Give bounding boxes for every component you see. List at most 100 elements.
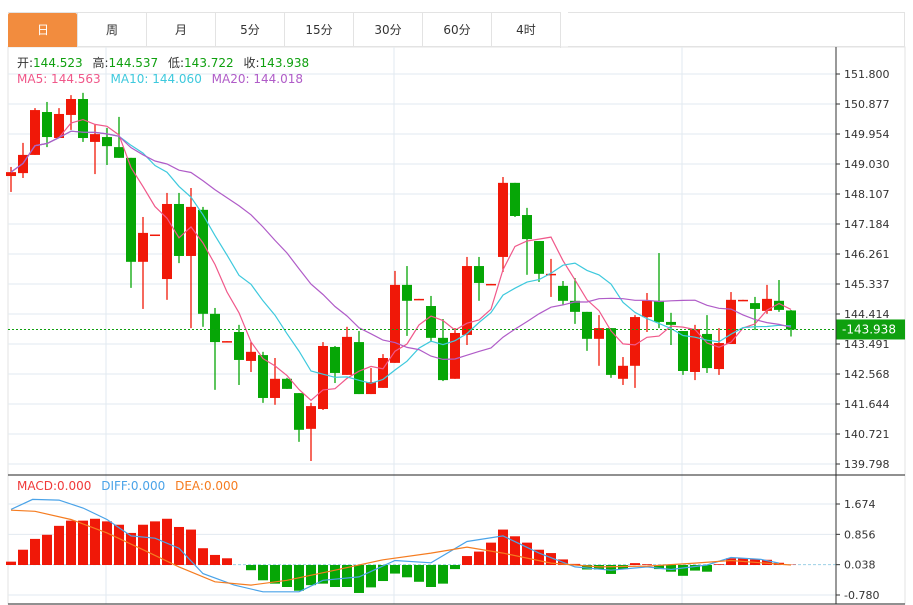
candle-body <box>678 331 688 372</box>
macd-bar <box>366 565 376 588</box>
tab-month[interactable]: 月 <box>146 13 215 47</box>
y-tick-label: 145.337 <box>844 278 890 291</box>
macd-panel <box>6 498 796 593</box>
candle-body <box>738 299 748 302</box>
candle-body <box>234 332 244 360</box>
macd-bar <box>630 563 640 565</box>
candle-body <box>534 241 544 274</box>
candle-body <box>42 112 52 138</box>
axes: 151.800 150.877 149.954 149.030 148.107 147.1… <box>8 47 905 605</box>
dea-value: DEA:0.000 <box>175 479 239 493</box>
macd-bar <box>42 534 52 565</box>
macd-bar <box>78 520 88 565</box>
macd-bar <box>414 565 424 582</box>
candle-body <box>510 182 520 217</box>
macd-bar <box>282 565 292 587</box>
candle-body <box>486 283 496 286</box>
macd-bar <box>450 565 460 570</box>
candle-body <box>270 378 280 398</box>
candle-body <box>66 99 76 115</box>
candle-body <box>498 182 508 257</box>
close-label: 收: <box>243 56 260 70</box>
candle-body <box>306 406 316 429</box>
candle-body <box>150 234 160 237</box>
candle-body <box>690 329 700 372</box>
high-label: 高: <box>92 56 109 70</box>
open-value: 144.523 <box>33 56 83 70</box>
ma-legend: MA5: 144.563 MA10: 144.060 MA20: 144.018 <box>17 72 309 86</box>
y-tick-label: 147.184 <box>844 218 890 231</box>
candle-body <box>114 147 124 158</box>
macd-bar <box>126 532 136 565</box>
tab-5min[interactable]: 5分 <box>215 13 284 47</box>
candle-body <box>630 317 640 366</box>
y-tick-label: 149.954 <box>844 128 890 141</box>
macd-bar <box>18 549 28 565</box>
macd-bar <box>198 548 208 565</box>
last-price-label: -143.938 <box>842 322 896 336</box>
candlesticks <box>6 92 796 462</box>
macd-bar <box>66 520 76 565</box>
candle-body <box>402 284 412 301</box>
macd-bar <box>174 526 184 565</box>
ohlc-legend: 开:144.523 高:144.537 低:143.722 收:143.938 <box>17 54 315 71</box>
tab-week[interactable]: 周 <box>77 13 146 47</box>
tab-4hour[interactable]: 4时 <box>491 13 560 47</box>
candle-body <box>102 137 112 147</box>
candle-body <box>138 232 148 262</box>
diff-value: DIFF:0.000 <box>101 479 166 493</box>
grid <box>7 46 906 605</box>
tab-30min[interactable]: 30分 <box>353 13 422 47</box>
macd-bar <box>498 529 508 565</box>
candle-body <box>522 215 532 240</box>
candle-body <box>426 306 436 338</box>
macd-bar <box>642 564 652 565</box>
kline-chart[interactable]: 151.800 150.877 149.954 149.030 148.107 147.1… <box>0 0 913 605</box>
macd-bar <box>138 524 148 565</box>
candle-body <box>294 393 304 430</box>
macd-bar <box>54 525 64 565</box>
candle-body <box>750 303 760 309</box>
low-label: 低: <box>168 56 185 70</box>
candle-body <box>378 358 388 388</box>
macd-value: MACD:0.000 <box>17 479 92 493</box>
candle-body <box>30 110 40 155</box>
candle-body <box>558 285 568 301</box>
tab-15min[interactable]: 15分 <box>284 13 353 47</box>
macd-bar <box>30 538 40 565</box>
macd-bar <box>90 518 100 565</box>
candle-body <box>450 332 460 379</box>
macd-bar <box>474 551 484 565</box>
candle-body <box>594 328 604 339</box>
macd-bar <box>438 565 448 584</box>
macd-bar <box>150 521 160 565</box>
candle-body <box>582 311 592 339</box>
candle-body <box>6 172 16 177</box>
macd-y-tick-label: 0.038 <box>844 559 876 572</box>
y-tick-label: 141.644 <box>844 398 890 411</box>
macd-bar <box>462 556 472 565</box>
candle-body <box>210 313 220 343</box>
y-tick-label: 148.107 <box>844 188 890 201</box>
candle-body <box>258 355 268 398</box>
macd-bar <box>186 529 196 565</box>
low-value: 143.722 <box>184 56 234 70</box>
candle-body <box>762 298 772 311</box>
candle-body <box>654 300 664 322</box>
macd-bar <box>678 565 688 576</box>
macd-bar <box>354 565 364 593</box>
y-tick-label: 150.877 <box>844 98 890 111</box>
tab-day[interactable]: 日 <box>8 13 77 47</box>
macd-bar <box>102 521 112 565</box>
macd-legend: MACD:0.000 DIFF:0.000 DEA:0.000 <box>17 479 244 493</box>
y-tick-label: 139.798 <box>844 458 890 471</box>
macd-bar <box>330 565 340 587</box>
macd-bar <box>6 561 16 565</box>
candle-body <box>618 365 628 379</box>
tab-60min[interactable]: 60分 <box>422 13 491 47</box>
macd-bar <box>258 565 268 581</box>
macd-bar <box>222 558 232 565</box>
macd-bar <box>402 565 412 578</box>
macd-bar <box>426 565 436 587</box>
candle-body <box>222 341 232 343</box>
